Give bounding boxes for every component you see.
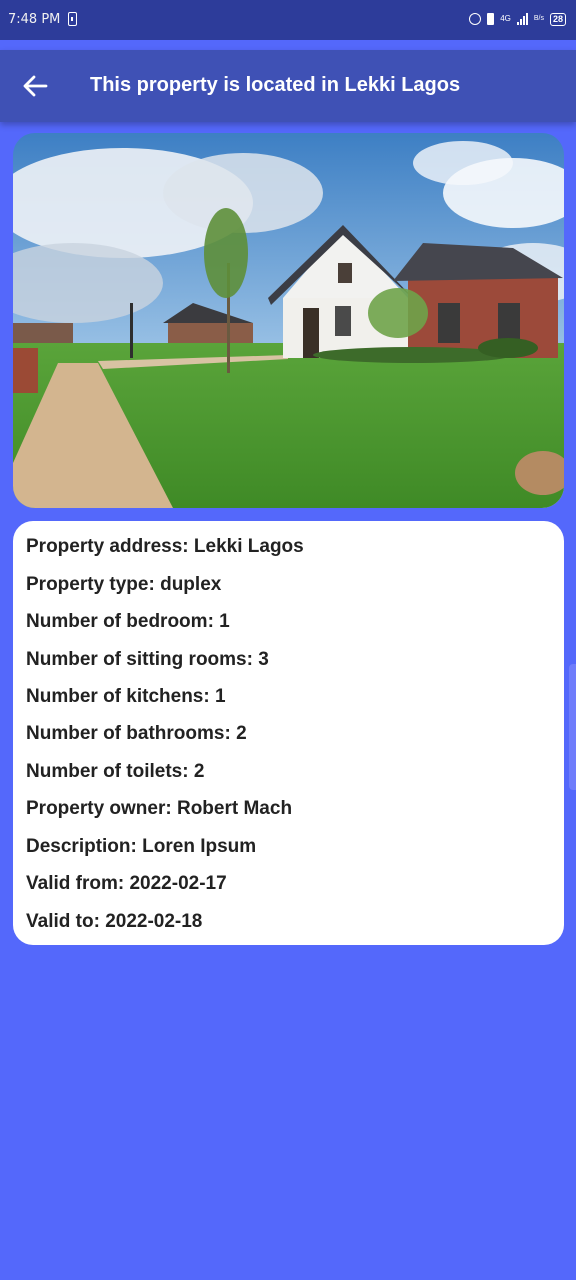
detail-bedrooms: Number of bedroom: 1 bbox=[26, 611, 230, 632]
data-speed-icon: B/s bbox=[533, 15, 544, 22]
battery-saver-icon bbox=[68, 12, 77, 26]
detail-description: Description: Loren Ipsum bbox=[26, 836, 257, 857]
status-icons: 4G B/s 28 bbox=[469, 10, 566, 28]
detail-valid-from: Valid from: 2022-02-17 bbox=[26, 873, 227, 894]
status-time: 7:48 PM bbox=[8, 12, 61, 27]
detail-kitchens: Number of kitchens: 1 bbox=[26, 686, 226, 707]
network-type-icon: 4G bbox=[500, 14, 511, 23]
signal-icon bbox=[516, 13, 528, 25]
property-details-card: Property address: Lekki Lagos Property t… bbox=[13, 521, 564, 945]
detail-property-type: Property type: duplex bbox=[26, 574, 222, 595]
status-bar: 7:48 PM 4G B/s 28 bbox=[0, 0, 576, 40]
detail-valid-to: Valid to: 2022-02-18 bbox=[26, 911, 203, 932]
detail-bathrooms: Number of bathrooms: 2 bbox=[26, 723, 247, 744]
detail-sitting-rooms: Number of sitting rooms: 3 bbox=[26, 649, 269, 670]
arrow-left-icon[interactable] bbox=[22, 74, 48, 98]
battery-icon: 28 bbox=[549, 12, 566, 26]
detail-property-owner: Property owner: Robert Mach bbox=[26, 798, 293, 819]
page-title: This property is located in Lekki Lagos bbox=[90, 74, 461, 96]
detail-property-address: Property address: Lekki Lagos bbox=[26, 536, 304, 557]
detail-toilets: Number of toilets: 2 bbox=[26, 761, 205, 782]
vibrate-icon bbox=[487, 13, 495, 25]
property-photo bbox=[13, 133, 564, 508]
house-photo bbox=[13, 133, 564, 508]
alarm-icon bbox=[469, 13, 482, 25]
scroll-handle[interactable] bbox=[569, 664, 576, 790]
app-bar: This property is located in Lekki Lagos bbox=[0, 50, 576, 122]
